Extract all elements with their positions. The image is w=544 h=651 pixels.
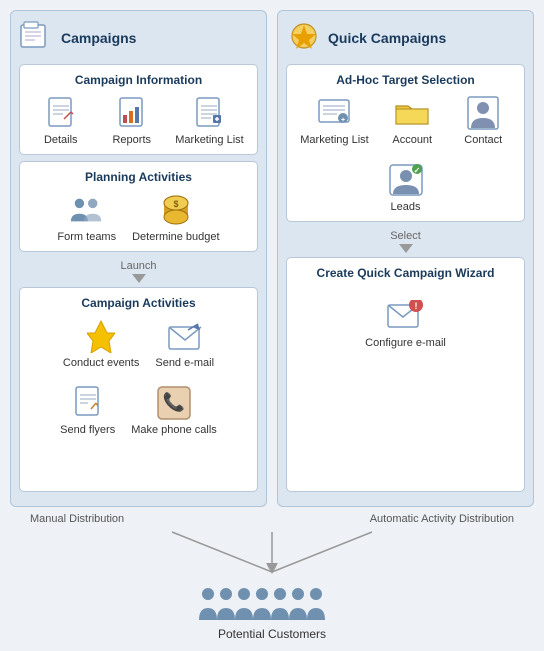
send-flyers-item[interactable]: Send flyers — [60, 385, 115, 436]
campaign-activities-title: Campaign Activities — [28, 296, 249, 310]
contact-icon — [465, 95, 501, 131]
svg-text:+: + — [341, 117, 345, 124]
svg-text:$: $ — [173, 199, 178, 209]
leads-icon: ✓ — [388, 162, 424, 198]
conduct-events-item[interactable]: Conduct events — [63, 318, 139, 369]
contact-item[interactable]: Contact — [456, 95, 511, 146]
make-phone-calls-item[interactable]: 📞 Make phone calls — [131, 385, 217, 436]
send-flyers-icon — [70, 385, 106, 421]
quick-campaigns-header: Quick Campaigns — [286, 19, 525, 56]
campaign-activities-section: Campaign Activities Conduct events — [19, 287, 258, 492]
quick-campaigns-panel: Quick Campaigns Ad-Hoc Target Selection — [277, 10, 534, 507]
marketing-list-label: Marketing List — [175, 134, 243, 146]
account-icon — [394, 95, 430, 131]
manual-dist-label: Manual Distribution — [30, 513, 124, 525]
details-label: Details — [44, 134, 78, 146]
bottom-row: Manual Distribution Automatic Activity D… — [10, 507, 534, 641]
quick-campaigns-title: Quick Campaigns — [328, 30, 446, 46]
campaigns-panel: Campaigns Campaign Information — [10, 10, 267, 507]
make-phone-calls-icon: 📞 — [156, 385, 192, 421]
determine-budget-item[interactable]: $ Determine budget — [132, 192, 219, 243]
send-email-item[interactable]: Send e-mail — [155, 318, 214, 369]
select-arrow: Select — [286, 230, 525, 253]
quick-campaigns-icon — [286, 21, 322, 54]
campaigns-header: Campaigns — [19, 19, 258, 56]
marketing-list-item[interactable]: Marketing List — [175, 95, 243, 146]
people-row — [192, 584, 352, 624]
campaign-info-icons: Details Reports — [28, 95, 249, 146]
svg-text:📞: 📞 — [163, 390, 186, 412]
adhoc-section: Ad-Hoc Target Selection + — [286, 64, 525, 222]
conduct-events-icon — [83, 318, 119, 354]
wizard-title: Create Quick Campaign Wizard — [295, 266, 516, 280]
send-flyers-label: Send flyers — [60, 424, 115, 436]
campaigns-title: Campaigns — [61, 30, 136, 46]
auto-dist-label: Automatic Activity Distribution — [370, 513, 514, 525]
main-container: Campaigns Campaign Information — [0, 0, 544, 651]
launch-arrow: Launch — [19, 260, 258, 283]
wizard-section: Create Quick Campaign Wizard ! Configure… — [286, 257, 525, 492]
adhoc-icons: + Marketing List Ac — [295, 95, 516, 213]
wizard-icons: ! Configure e-mail — [295, 288, 516, 349]
conduct-events-label: Conduct events — [63, 357, 139, 369]
adhoc-mktlist-icon: + — [316, 95, 352, 131]
select-arrow-down — [399, 244, 413, 253]
planning-icons: Form teams $ Determine bud — [28, 192, 249, 243]
adhoc-title: Ad-Hoc Target Selection — [295, 73, 516, 87]
determine-budget-label: Determine budget — [132, 231, 219, 243]
top-row: Campaigns Campaign Information — [10, 10, 534, 507]
account-item[interactable]: Account — [385, 95, 440, 146]
account-label: Account — [392, 134, 432, 146]
campaign-activities-icons: Conduct events Send e-mail — [28, 318, 249, 436]
launch-label: Launch — [120, 260, 156, 272]
customers-label: Potential Customers — [218, 627, 326, 641]
adhoc-mktlist-item[interactable]: + Marketing List — [300, 95, 368, 146]
leads-item[interactable]: ✓ Leads — [378, 162, 433, 213]
svg-text:✓: ✓ — [413, 166, 420, 175]
determine-budget-icon: $ — [158, 192, 194, 228]
reports-item[interactable]: Reports — [104, 95, 159, 146]
form-teams-label: Form teams — [57, 231, 116, 243]
details-item[interactable]: Details — [33, 95, 88, 146]
configure-email-item[interactable]: ! Configure e-mail — [365, 298, 446, 349]
campaign-info-section: Campaign Information — [19, 64, 258, 155]
make-phone-calls-label: Make phone calls — [131, 424, 217, 436]
distribution-labels: Manual Distribution Automatic Activity D… — [10, 513, 534, 525]
marketing-list-icon — [191, 95, 227, 131]
contact-label: Contact — [464, 134, 502, 146]
form-teams-icon — [69, 192, 105, 228]
campaign-info-title: Campaign Information — [28, 73, 249, 87]
form-teams-item[interactable]: Form teams — [57, 192, 116, 243]
adhoc-mktlist-label: Marketing List — [300, 134, 368, 146]
planning-section: Planning Activities Form te — [19, 161, 258, 252]
reports-icon — [114, 95, 150, 131]
configure-email-label: Configure e-mail — [365, 337, 446, 349]
send-email-label: Send e-mail — [155, 357, 214, 369]
potential-customers-icon — [192, 584, 352, 624]
customers-section: Potential Customers — [192, 584, 352, 641]
planning-title: Planning Activities — [28, 170, 249, 184]
launch-arrow-down — [132, 274, 146, 283]
configure-email-icon: ! — [387, 298, 423, 334]
campaigns-icon — [19, 21, 55, 54]
distribution-arrows — [92, 527, 452, 582]
svg-text:!: ! — [415, 301, 418, 311]
select-label: Select — [390, 230, 421, 242]
leads-label: Leads — [391, 201, 421, 213]
reports-label: Reports — [112, 134, 151, 146]
send-email-icon — [167, 318, 203, 354]
details-icon — [43, 95, 79, 131]
